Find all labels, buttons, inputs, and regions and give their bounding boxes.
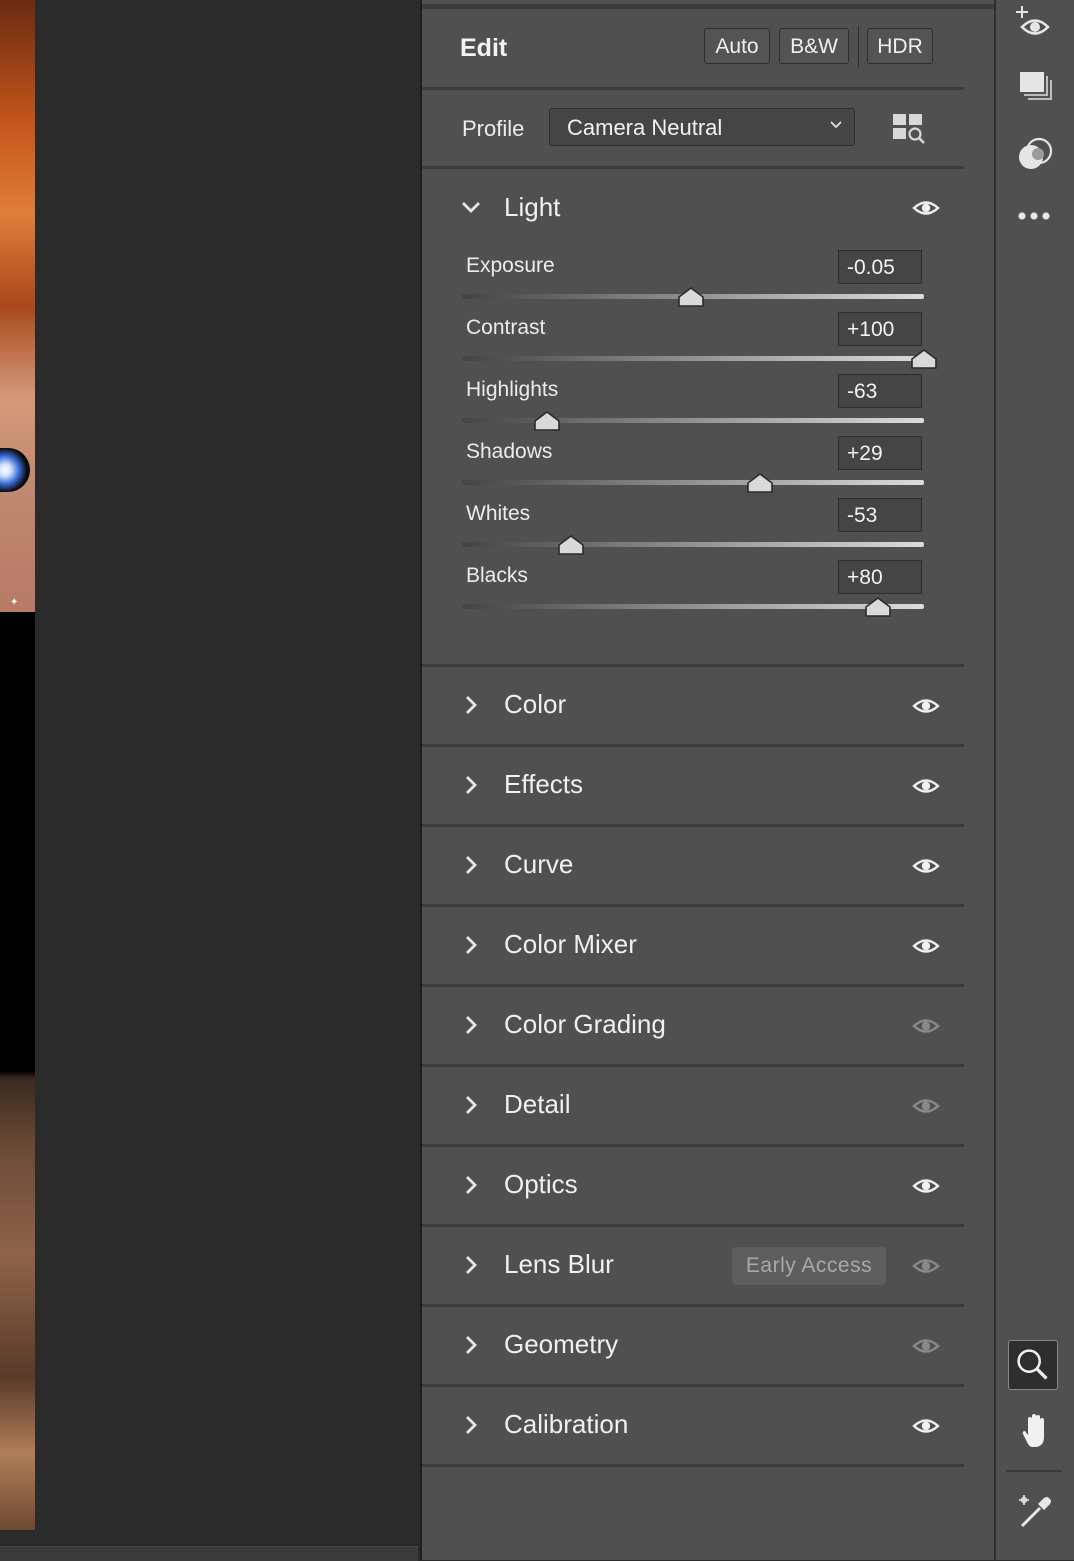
horizontal-scrollbar[interactable] [0, 1546, 418, 1561]
zoom-tool-button[interactable] [1008, 1340, 1058, 1390]
zoom-icon [1017, 1349, 1048, 1380]
hand-icon[interactable] [1014, 1410, 1056, 1452]
chevron-right-icon[interactable] [460, 1414, 482, 1436]
more-icon[interactable] [1014, 196, 1056, 238]
slider-label-exposure: Exposure [466, 254, 555, 277]
slider-thumb-exposure[interactable] [677, 286, 705, 308]
image-canvas[interactable]: ✦ [0, 0, 418, 1560]
chevron-right-icon[interactable] [460, 1174, 482, 1196]
photo-preview[interactable] [0, 0, 35, 1530]
visibility-eye-icon[interactable] [912, 856, 940, 876]
visibility-eye-icon[interactable] [912, 198, 940, 218]
toolbar-divider [1006, 1470, 1062, 1472]
visibility-eye-icon[interactable] [912, 1016, 940, 1036]
edit-panel: Edit Auto B&W HDR Profile Camera Neutral… [420, 0, 994, 1560]
edit-header: Edit Auto B&W HDR [422, 12, 964, 90]
profile-browser-icon[interactable] [892, 112, 928, 146]
slider-track-contrast[interactable] [462, 356, 924, 361]
chevron-right-icon[interactable] [460, 1334, 482, 1356]
slider-value-blacks[interactable]: +80 [838, 560, 922, 594]
hdr-button[interactable]: HDR [867, 28, 933, 64]
visibility-eye-icon[interactable] [912, 1176, 940, 1196]
section-title[interactable]: Color Grading [504, 1009, 666, 1040]
section-geometry[interactable]: Geometry [422, 1307, 964, 1387]
section-title[interactable]: Color [504, 689, 566, 720]
slider-value-contrast[interactable]: +100 [838, 312, 922, 346]
slider-label-shadows: Shadows [466, 440, 553, 463]
visibility-eye-icon[interactable] [912, 1096, 940, 1116]
photo-sparkle: ✦ [10, 597, 19, 608]
panel-top-divider [422, 4, 994, 9]
slider-thumb-blacks[interactable] [864, 596, 892, 618]
visibility-eye-icon[interactable] [912, 776, 940, 796]
chevron-down-icon [830, 121, 842, 129]
section-title[interactable]: Detail [504, 1089, 570, 1120]
slider-thumb-highlights[interactable] [533, 410, 561, 432]
section-color[interactable]: Color [422, 667, 964, 747]
slider-track-blacks[interactable] [462, 604, 924, 609]
slider-label-blacks: Blacks [466, 564, 528, 587]
profile-value: Camera Neutral [567, 115, 723, 140]
section-title[interactable]: Geometry [504, 1329, 618, 1360]
section-title-light[interactable]: Light [504, 192, 560, 223]
section-detail[interactable]: Detail [422, 1067, 964, 1147]
chevron-right-icon[interactable] [460, 1254, 482, 1276]
slider-value-shadows[interactable]: +29 [838, 436, 922, 470]
section-lens-blur[interactable]: Lens Blur Early Access [422, 1227, 964, 1307]
slider-track-whites[interactable] [462, 542, 924, 547]
section-title[interactable]: Lens Blur [504, 1249, 614, 1280]
section-title[interactable]: Curve [504, 849, 573, 880]
add-preview-icon[interactable] [1014, 4, 1056, 46]
chevron-right-icon[interactable] [460, 854, 482, 876]
chevron-right-icon[interactable] [460, 1014, 482, 1036]
visibility-eye-icon[interactable] [912, 696, 940, 716]
chevron-right-icon[interactable] [460, 934, 482, 956]
light-section: Light Exposure -0.05 Contrast +100 Highlight… [422, 170, 964, 667]
visibility-eye-icon[interactable] [912, 1256, 940, 1276]
button-divider [858, 26, 859, 68]
profile-row: Profile Camera Neutral [422, 90, 964, 169]
section-title[interactable]: Effects [504, 769, 583, 800]
auto-button[interactable]: Auto [704, 28, 770, 64]
visibility-eye-icon[interactable] [912, 936, 940, 956]
slider-label-contrast: Contrast [466, 316, 546, 339]
section-title[interactable]: Calibration [504, 1409, 628, 1440]
bw-button[interactable]: B&W [779, 28, 849, 64]
slider-track-highlights[interactable] [462, 418, 924, 423]
section-optics[interactable]: Optics [422, 1147, 964, 1227]
section-color-grading[interactable]: Color Grading [422, 987, 964, 1067]
presets-icon[interactable] [1014, 134, 1056, 176]
visibility-eye-icon[interactable] [912, 1336, 940, 1356]
slider-value-whites[interactable]: -53 [838, 498, 922, 532]
right-toolbar [994, 0, 1074, 1560]
slider-thumb-contrast[interactable] [910, 348, 938, 370]
section-title[interactable]: Color Mixer [504, 929, 637, 960]
chevron-right-icon[interactable] [460, 774, 482, 796]
chevron-right-icon[interactable] [460, 694, 482, 716]
section-curve[interactable]: Curve [422, 827, 964, 907]
slider-label-whites: Whites [466, 502, 531, 525]
snapshots-icon[interactable] [1014, 66, 1056, 108]
section-calibration[interactable]: Calibration [422, 1387, 964, 1467]
profile-label: Profile [462, 116, 525, 141]
slider-thumb-shadows[interactable] [746, 472, 774, 494]
early-access-badge: Early Access [732, 1247, 886, 1285]
slider-value-highlights[interactable]: -63 [838, 374, 922, 408]
section-title[interactable]: Optics [504, 1169, 578, 1200]
visibility-eye-icon[interactable] [912, 1416, 940, 1436]
slider-thumb-whites[interactable] [557, 534, 585, 556]
section-color-mixer[interactable]: Color Mixer [422, 907, 964, 987]
slider-track-shadows[interactable] [462, 480, 924, 485]
slider-value-exposure[interactable]: -0.05 [838, 250, 922, 284]
chevron-down-icon[interactable] [460, 196, 482, 218]
edit-title: Edit [460, 34, 508, 62]
chevron-right-icon[interactable] [460, 1094, 482, 1116]
profile-dropdown[interactable]: Camera Neutral [549, 108, 855, 146]
color-sampler-icon[interactable] [1014, 1492, 1056, 1534]
section-effects[interactable]: Effects [422, 747, 964, 827]
slider-label-highlights: Highlights [466, 378, 559, 401]
